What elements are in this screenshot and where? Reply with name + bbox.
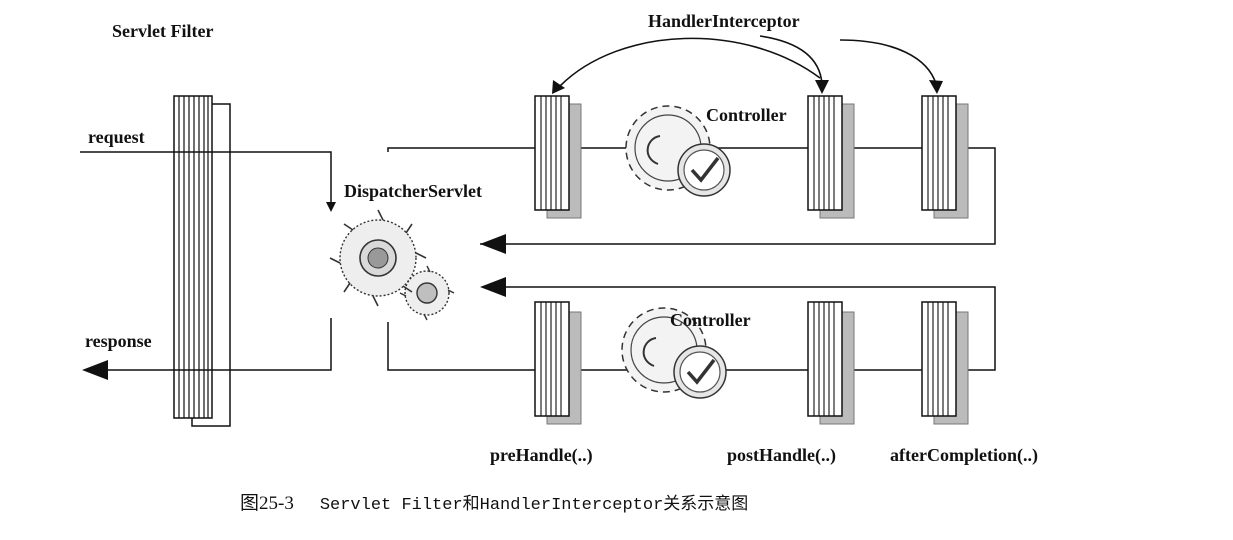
response-label: response [85,331,152,351]
prehandle-label: preHandle(..) [490,445,593,465]
aftercompletion-label: afterCompletion(..) [890,445,1038,465]
figure-number: 图25-3 [240,493,294,514]
servlet-filter-label: Servlet Filter [112,21,214,41]
handler-interceptor-label: HandlerInterceptor [648,11,800,31]
posthandle-interceptor-bottom [807,301,855,425]
interceptor-curve-arrows [552,35,943,94]
dispatcher-gear-icon [329,209,455,321]
figure-caption-text: Servlet Filter和HandlerInterceptor关系示意图 [319,496,749,515]
dispatcher-servlet-label: DispatcherServlet [344,181,482,201]
request-label: request [88,127,145,147]
servlet-filter-block [173,95,231,427]
controller-top-label: Controller [706,105,787,125]
prehandle-interceptor-top [534,95,582,219]
aftercompletion-interceptor-top [921,95,969,219]
posthandle-label: postHandle(..) [727,445,837,465]
filter-interceptor-diagram [80,35,996,427]
prehandle-interceptor-bottom [534,301,582,425]
figure-caption: 图25-3 Servlet Filter和HandlerInterceptor关系… [240,494,748,514]
posthandle-interceptor-top [807,95,855,219]
aftercompletion-interceptor-bottom [921,301,969,425]
controller-bottom-label: Controller [670,310,751,330]
